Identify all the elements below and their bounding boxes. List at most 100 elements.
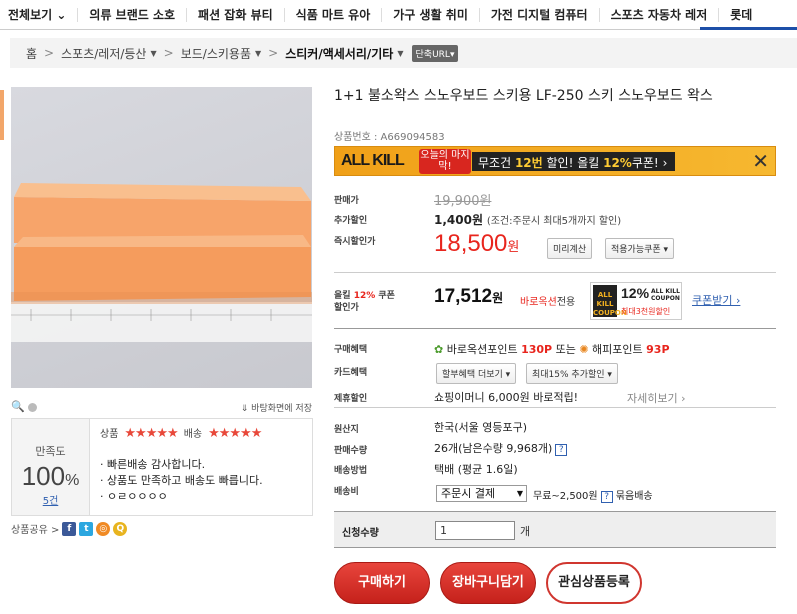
product-rating-label: 상품 <box>100 429 119 440</box>
partner-discount: 쇼핑이머니 6,000원 바로적립! <box>434 391 579 404</box>
sales-qty-value: 26개(남은수량 9,968개)? <box>434 440 568 456</box>
breadcrumb-item-current[interactable]: 스티커/액세서리/기타 <box>285 45 393 62</box>
breadcrumb-home[interactable]: 홈 <box>26 45 37 62</box>
nav-item-accessories-beauty[interactable]: 패션 잡화 뷰티 <box>187 7 285 22</box>
card-benefit-label: 카드혜택 <box>334 368 368 378</box>
preview-calc-button[interactable]: 미리계산 <box>547 238 593 259</box>
partner-discount-label: 제휴할인 <box>334 394 368 404</box>
short-url-button[interactable]: 단축URL▾ <box>411 44 459 62</box>
breadcrumb: 홈 > 스포츠/레저/등산 ▼ > 보드/스키용품 ▼ > 스티커/액세서리/기… <box>10 38 797 68</box>
shipping-rating-label: 배송 <box>183 429 203 440</box>
review-item[interactable]: · 빠른배송 감사합니다. <box>100 457 263 473</box>
twitter-icon[interactable]: t <box>79 521 94 536</box>
nav-item-furniture-living[interactable]: 가구 생활 취미 <box>382 7 480 22</box>
chevron-down-icon[interactable]: ▼ <box>255 49 261 58</box>
quantity-input[interactable]: 1 <box>435 521 515 540</box>
nav-accent-line <box>700 27 797 30</box>
breadcrumb-separator: > <box>268 46 279 60</box>
breadcrumb-item-sports[interactable]: 스포츠/레저/등산 <box>61 45 146 62</box>
satisfaction-box: 만족도 100% 5건 상품 ★★★★★ 배송 ★★★★★ · 빠른배송 감사합니다.… <box>11 418 313 516</box>
share-label: 상품공유 > <box>11 525 60 536</box>
nav-item-sports-auto[interactable]: 스포츠 자동차 레저 <box>600 7 720 22</box>
help-icon[interactable]: ? <box>555 444 568 456</box>
coupon-badge-logo: ALL KILL COUPON <box>593 285 627 317</box>
instant-price-label: 즉시할인가 <box>334 237 376 247</box>
satisfaction-label: 만족도 <box>35 445 66 458</box>
add-discount-label: 추가할인 <box>334 216 368 226</box>
product-stars: ★★★★★ <box>124 426 178 441</box>
add-discount: 1,400원 (조건:주문시 최대5개까지 할인) <box>434 213 622 227</box>
product-image[interactable] <box>11 87 312 388</box>
review-count-link[interactable]: 5건 <box>12 492 89 507</box>
allkill-message: 무조건 12번 할인! 올킬 12%쿠폰! › <box>472 152 676 171</box>
sales-qty-label: 판매수량 <box>334 446 368 456</box>
coupon-badge-max: 최대3천원할인 <box>621 307 671 316</box>
add-to-cart-button[interactable]: 장바구니담기 <box>440 562 536 604</box>
nav-item-lotte[interactable]: 롯데 <box>719 8 763 22</box>
chevron-down-icon[interactable]: ▼ <box>397 49 403 58</box>
allkill-coupon-badge[interactable]: ALL KILL COUPON 12% ALL KILL COUPON 최대3천… <box>590 282 682 320</box>
save-label: 바탕화면에 저장 <box>251 404 312 414</box>
prev-item-thumb[interactable] <box>0 90 4 140</box>
allkill-logo: ALL KILL <box>341 152 405 169</box>
short-url-label: 단축URL <box>415 49 450 60</box>
facebook-icon[interactable]: f <box>62 521 77 536</box>
nav-item-fashion-brand[interactable]: 의류 브랜드 소호 <box>78 7 188 22</box>
buy-benefit-label: 구매혜택 <box>334 345 368 355</box>
coupon-price: 17,512원 <box>434 286 504 307</box>
coupon-badge-percent: 12% <box>621 285 650 301</box>
chevron-down-icon[interactable]: ▼ <box>150 49 156 58</box>
happy-point-icon: ✺ <box>579 343 589 356</box>
me2day-icon[interactable]: ◎ <box>96 521 111 536</box>
breadcrumb-item-board[interactable]: 보드/스키용품 <box>181 45 251 62</box>
extra-discount-button[interactable]: 최대15% 추가할인 ▾ <box>526 363 618 384</box>
ship-method-value: 택배 (평균 1.6일) <box>434 463 518 476</box>
wax-bars-illustration <box>11 183 312 342</box>
share-bar: 상품공유 > f t ◎ Q <box>11 521 128 536</box>
review-item[interactable]: · ㅇㄹㅇㅇㅇㅇ <box>100 489 263 505</box>
zoom-icon[interactable]: 🔍 <box>11 400 25 413</box>
get-coupon-link[interactable]: 쿠폰받기 › <box>692 292 740 308</box>
nav-item-electronics[interactable]: 가전 디지털 컴퓨터 <box>480 7 600 22</box>
installment-benefit-button[interactable]: 할부혜택 더보기 ▾ <box>436 363 517 384</box>
price-label: 판매가 <box>334 196 359 206</box>
buy-benefit: ✿ 바로옥션포인트 130P 또는 ✺ 해피포인트 93P <box>434 343 670 356</box>
see-more-link[interactable]: 자세히보기 › <box>627 390 686 406</box>
origin-label: 원산지 <box>334 425 359 435</box>
product-code: 상품번호 : A669094583 <box>334 132 445 143</box>
divider <box>334 272 776 273</box>
breadcrumb-separator: > <box>163 46 174 60</box>
dropdown-arrow-icon: ▼ <box>516 489 523 498</box>
buy-button[interactable]: 구매하기 <box>334 562 430 604</box>
coupon-badge-text: ALL KILL COUPON <box>651 288 680 302</box>
divider <box>334 328 776 329</box>
category-nav: 전체보기 ⌄ 의류 브랜드 소호 패션 잡화 뷰티 식품 마트 유아 가구 생활… <box>0 0 797 30</box>
review-list: · 빠른배송 감사합니다. · 상품도 만족하고 배송도 빠릅니다. · ㅇㄹㅇ… <box>100 457 263 505</box>
ship-fee-select[interactable]: 주문시 결제 ▼ <box>436 485 527 502</box>
ship-fee-label: 배송비 <box>334 487 359 497</box>
nav-item-all[interactable]: 전체보기 ⌄ <box>0 7 79 22</box>
close-icon[interactable]: ✕ <box>752 150 769 172</box>
quantity-unit: 개 <box>520 525 531 538</box>
ship-fee-value: 무료~2,500원? 묶음배송 <box>533 491 653 503</box>
save-to-desktop-link[interactable]: ⇓ 바탕화면에 저장 <box>241 401 312 414</box>
rating-stars: 상품 ★★★★★ 배송 ★★★★★ <box>100 425 267 441</box>
review-item[interactable]: · 상품도 만족하고 배송도 빠릅니다. <box>100 473 263 489</box>
sale-price: 18,500원 <box>434 230 520 257</box>
quantity-label: 신청수량 <box>342 528 379 539</box>
satisfaction-percent: 100% <box>21 461 80 491</box>
product-title: 1+1 불소왁스 스노우보드 스키용 LF-250 스키 스노우보드 왁스 <box>334 88 713 104</box>
original-price: 19,900원 <box>434 194 492 209</box>
yozm-icon[interactable]: Q <box>113 521 128 536</box>
breadcrumb-separator: > <box>44 46 55 60</box>
nav-item-food-baby[interactable]: 식품 마트 유아 <box>285 7 383 22</box>
point-icon: ✿ <box>434 343 444 356</box>
coupon-shop: 바로옥션전용 <box>520 297 576 308</box>
coupon-price-label: 올킬 12% 쿠폰 할인가 <box>334 291 395 313</box>
image-tools: 🔍 ⇓ 바탕화면에 저장 <box>11 400 312 414</box>
wishlist-button[interactable]: 관심상품등록 <box>546 562 642 604</box>
available-coupon-button[interactable]: 적용가능쿠폰 ▾ <box>605 238 675 259</box>
view-toggle-dot[interactable] <box>28 403 37 412</box>
help-icon[interactable]: ? <box>600 491 613 503</box>
allkill-banner[interactable]: ALL KILL 오늘의 마지막! 무조건 12번 할인! 올킬 12%쿠폰! … <box>334 146 776 176</box>
